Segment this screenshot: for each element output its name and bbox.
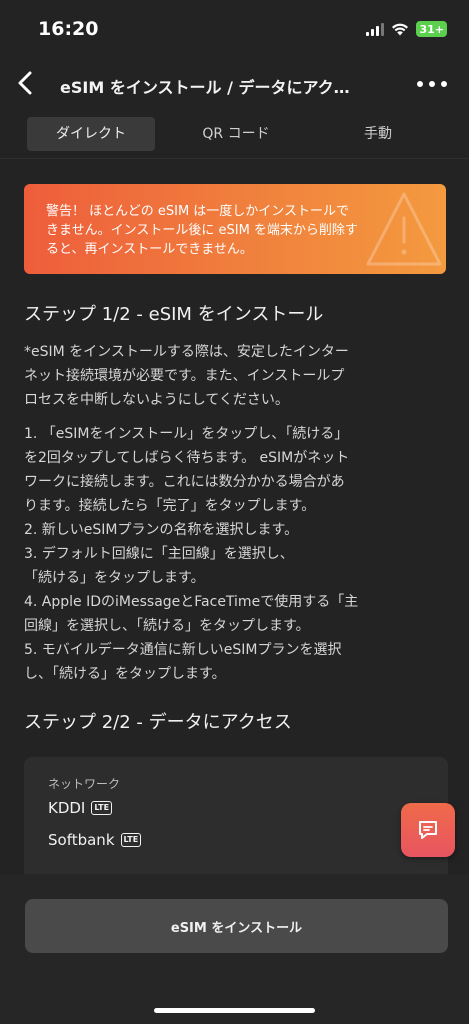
warning-line: きません。インストール後に eSIM を端末から削除す bbox=[46, 223, 358, 238]
warning-banner: 警告！ ほとんどの eSIM は一度しかインストールで きません。インストール後… bbox=[24, 184, 446, 274]
instruction-line: 回線」を選択し、「続ける」をタップします。 bbox=[24, 618, 310, 634]
home-indicator bbox=[154, 1008, 315, 1013]
instruction-line: 3. デフォルト回線に「主回線」を選択し、 bbox=[24, 546, 294, 562]
cellular-signal-icon bbox=[366, 22, 385, 36]
instruction-line: を2回タップしてしばらく待ちます。 eSIMがネット bbox=[24, 450, 350, 466]
bottom-action-panel: eSIM をインストール bbox=[0, 874, 469, 1024]
network-card: ネットワーク KDDI LTE Softbank LTE bbox=[24, 757, 448, 874]
carrier-item: Softbank LTE bbox=[48, 831, 142, 849]
status-time: 16:20 bbox=[38, 18, 99, 40]
instruction-line: 5. モバイルデータ通信に新しいeSIMプランを選択 bbox=[24, 642, 342, 658]
install-esim-button[interactable]: eSIM をインストール bbox=[25, 899, 448, 953]
note-line: ネット接続環境が必要です。また、インストールプ bbox=[24, 368, 345, 384]
tab-manual[interactable]: 手動 bbox=[318, 117, 438, 151]
status-icons: 31+ bbox=[366, 21, 447, 37]
instruction-line: 1. 「eSIMをインストール」をタップし、「続ける」 bbox=[24, 426, 349, 442]
lte-badge: LTE bbox=[120, 833, 142, 847]
carrier-name: Softbank bbox=[48, 831, 115, 849]
back-arrow-icon[interactable] bbox=[12, 68, 42, 98]
instruction-line: ワークに接続します。これには数分かかる場合があ bbox=[24, 474, 345, 490]
install-method-tabs: ダイレクト QR コード 手動 bbox=[0, 117, 469, 155]
warning-text: 警告！ ほとんどの eSIM は一度しかインストールで きません。インストール後… bbox=[46, 202, 431, 259]
note-line: *eSIM をインストールする際は、安定したインター bbox=[24, 344, 349, 360]
step-1-title: ステップ 1/2 - eSIM をインストール bbox=[24, 304, 324, 325]
more-options-icon[interactable] bbox=[417, 76, 451, 92]
instruction-line: 「続ける」をタップします。 bbox=[24, 570, 205, 586]
wifi-icon bbox=[392, 23, 409, 36]
battery-indicator: 31+ bbox=[416, 21, 447, 37]
nav-bar: eSIM をインストール / データにアク… bbox=[0, 62, 469, 108]
install-note: *eSIM をインストールする際は、安定したインター ネット接続環境が必要です。… bbox=[24, 340, 454, 412]
tab-qr-code[interactable]: QR コード bbox=[176, 117, 296, 151]
instruction-line: し、「続ける」をタップします。 bbox=[24, 666, 226, 682]
tabs-divider bbox=[0, 158, 469, 159]
instruction-line: ります。接続したら「完了」をタップします。 bbox=[24, 498, 316, 514]
chat-bubble-icon bbox=[419, 821, 437, 839]
lte-badge: LTE bbox=[91, 801, 113, 815]
warning-line: ると、再インストールできません。 bbox=[46, 242, 253, 257]
carrier-name: KDDI bbox=[48, 799, 86, 817]
install-instructions: 1. 「eSIMをインストール」をタップし、「続ける」 を2回タップしてしばらく… bbox=[24, 422, 454, 686]
content-scroll-area[interactable]: 警告！ ほとんどの eSIM は一度しかインストールで きません。インストール後… bbox=[0, 160, 469, 874]
support-chat-button[interactable] bbox=[401, 803, 455, 857]
instruction-line: 2. 新しいeSIMプランの名称を選択します。 bbox=[24, 522, 299, 538]
carrier-item: KDDI LTE bbox=[48, 799, 113, 817]
page-title: eSIM をインストール / データにアク… bbox=[60, 78, 350, 97]
status-bar: 16:20 31+ bbox=[0, 0, 469, 62]
note-line: ロセスを中断しないようにしてください。 bbox=[24, 392, 289, 408]
step-2-title: ステップ 2/2 - データにアクセス bbox=[24, 712, 292, 733]
instruction-line: 4. Apple IDのiMessageとFaceTimeで使用する「主 bbox=[24, 594, 359, 610]
warning-line: 警告！ ほとんどの eSIM は一度しかインストールで bbox=[46, 204, 350, 219]
network-label: ネットワーク bbox=[48, 777, 121, 791]
tab-direct[interactable]: ダイレクト bbox=[27, 117, 155, 151]
